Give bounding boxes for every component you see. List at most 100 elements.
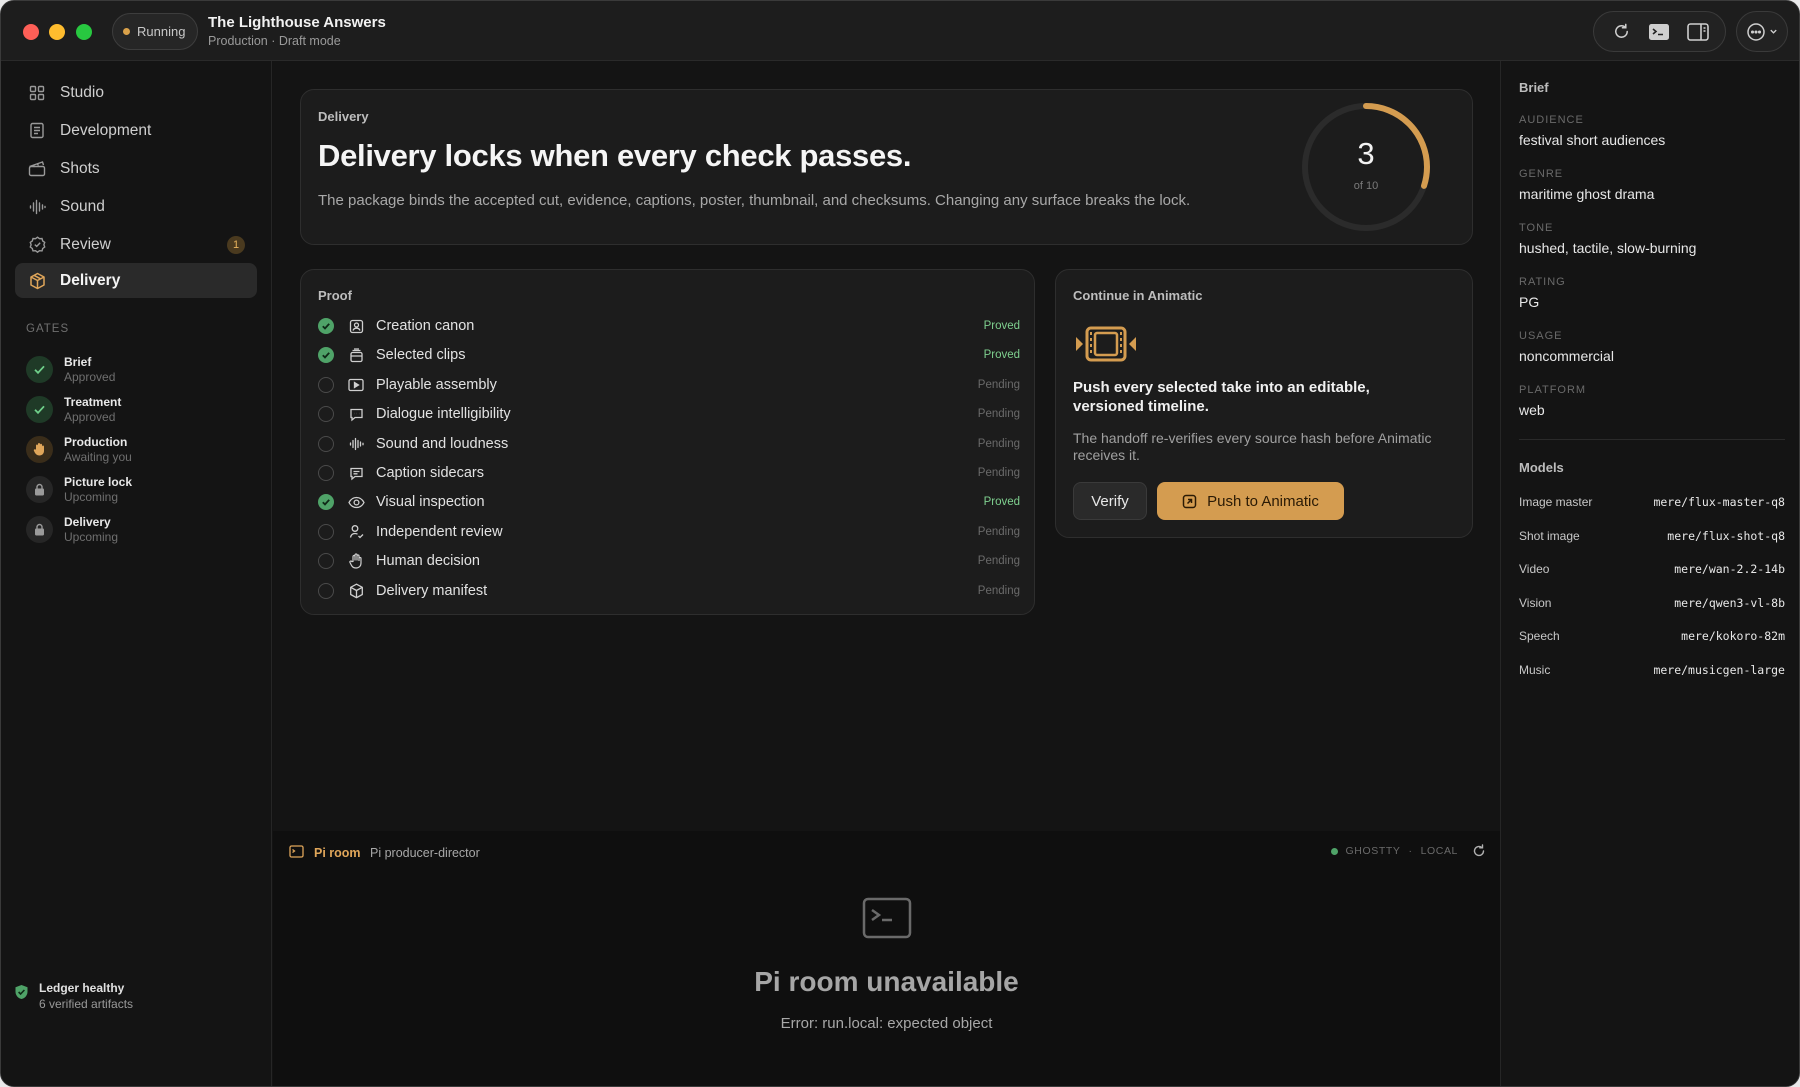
model-id: mere/flux-master-q8 — [1653, 495, 1785, 509]
toggle-panel-button[interactable] — [1680, 17, 1716, 47]
sidebar-item-label: Delivery — [60, 271, 121, 289]
pi-status-separator: · — [1408, 845, 1413, 857]
proof-row-label: Playable assembly — [376, 376, 497, 393]
proof-row-label: Selected clips — [376, 347, 466, 364]
check-circle-icon — [318, 318, 334, 334]
project-title: The Lighthouse Answers — [208, 14, 386, 31]
pi-room-name: Pi room — [314, 846, 361, 860]
empty-circle-icon — [318, 435, 334, 452]
proof-row[interactable]: Visual inspection Proved — [318, 489, 1020, 515]
gates-heading: GATES — [26, 323, 70, 335]
sidebar-item-review[interactable]: Review 1 — [15, 227, 257, 262]
shield-check-icon — [15, 985, 28, 999]
pi-room-empty-title: Pi room unavailable — [754, 966, 1019, 997]
progress-total: of 10 — [1353, 180, 1379, 192]
brief-field-value: web — [1519, 402, 1545, 418]
window-maximize-button[interactable] — [76, 24, 92, 40]
model-id: mere/kokoro-82m — [1681, 629, 1785, 644]
brief-panel: Brief AUDIENCE festival short audiences … — [1500, 61, 1799, 1086]
more-dots-icon — [1747, 22, 1765, 41]
brief-field-value: festival short audiences — [1519, 132, 1666, 148]
waveform-icon — [347, 435, 365, 453]
model-role: Video — [1519, 562, 1550, 577]
brief-field-tone: TONE hushed, tactile, slow-burning — [1519, 222, 1696, 256]
proof-row-status: Pending — [977, 525, 1020, 538]
run-status-pill[interactable]: Running — [112, 13, 199, 50]
gate-picture-lock[interactable]: Picture lock Upcoming — [26, 471, 132, 507]
animatic-heading: Continue in Animatic — [1073, 288, 1203, 303]
film-stack-icon — [347, 346, 365, 364]
empty-circle-icon — [318, 376, 334, 393]
push-to-animatic-button[interactable]: Push to Animatic — [1157, 482, 1344, 520]
sidebar-item-sound[interactable]: Sound — [15, 189, 257, 224]
proof-row[interactable]: Dialogue intelligibility Pending — [318, 401, 1020, 427]
proof-row-status: Pending — [977, 437, 1020, 450]
proof-row[interactable]: Creation canon Proved — [318, 313, 1020, 339]
hero-title: Delivery locks when every check passes. — [318, 138, 912, 173]
window-minimize-button[interactable] — [49, 24, 65, 40]
model-row: Music mere/musicgen-large — [1519, 663, 1785, 677]
gate-name: Production — [64, 434, 128, 449]
hand-icon — [26, 435, 53, 463]
sidebar-item-label: Shots — [60, 159, 100, 177]
proof-row-status: Proved — [983, 349, 1020, 362]
proof-row-label: Dialogue intelligibility — [376, 406, 511, 423]
proof-row[interactable]: Caption sidecars Pending — [318, 460, 1020, 486]
gate-brief[interactable]: Brief Approved — [26, 351, 115, 387]
verify-button[interactable]: Verify — [1073, 482, 1147, 520]
gate-state: Upcoming — [64, 489, 119, 504]
grid-icon — [28, 84, 46, 102]
proof-row[interactable]: Sound and loudness Pending — [318, 431, 1020, 457]
proof-row-label: Independent review — [376, 523, 503, 540]
model-role: Speech — [1519, 629, 1560, 644]
brief-heading: Brief — [1519, 80, 1549, 95]
reload-icon[interactable] — [1472, 844, 1486, 858]
proof-row[interactable]: Independent review Pending — [318, 519, 1020, 545]
model-row: Image master mere/flux-master-q8 — [1519, 495, 1785, 509]
status-online-dot-icon — [1330, 847, 1338, 855]
toolbar-actions — [1593, 11, 1726, 52]
window-close-button[interactable] — [23, 24, 39, 40]
gate-production[interactable]: Production Awaiting you — [26, 431, 132, 467]
model-row: Video mere/wan-2.2-14b — [1519, 562, 1785, 576]
terminal-empty-state-icon — [862, 897, 912, 939]
brief-field-key: AUDIENCE — [1519, 114, 1584, 126]
proof-row-status: Pending — [977, 408, 1020, 421]
model-role: Vision — [1519, 595, 1552, 610]
sidebar-item-studio[interactable]: Studio — [15, 75, 257, 110]
gate-state: Upcoming — [64, 529, 119, 544]
progress-ring: 3 of 10 — [1301, 102, 1431, 232]
review-count-badge: 1 — [227, 236, 245, 254]
model-id: mere/qwen3-vl-8b — [1674, 595, 1785, 610]
pi-status-terminal: GHOSTTY — [1345, 845, 1401, 857]
animatic-card: Continue in Animatic Push every selected… — [1055, 269, 1473, 538]
progress-count: 3 — [1357, 136, 1375, 171]
app-window: Running The Lighthouse Answers Productio… — [0, 0, 1800, 1087]
sidebar-item-development[interactable]: Development — [15, 113, 257, 148]
gate-treatment[interactable]: Treatment Approved — [26, 391, 121, 427]
brief-field-audience: AUDIENCE festival short audiences — [1519, 114, 1665, 148]
panel-divider — [1519, 439, 1785, 440]
sidebar-right-icon — [1687, 22, 1709, 41]
gate-delivery[interactable]: Delivery Upcoming — [26, 511, 118, 547]
sidebar-item-delivery[interactable]: Delivery — [15, 263, 257, 298]
badge-check-icon — [28, 236, 46, 254]
more-menu-button[interactable] — [1736, 11, 1788, 52]
eye-icon — [347, 493, 365, 511]
terminal-button[interactable] — [1641, 17, 1677, 47]
proof-row[interactable]: Selected clips Proved — [318, 342, 1020, 368]
gate-state: Approved — [64, 369, 116, 384]
refresh-button[interactable] — [1603, 17, 1639, 47]
hand-icon — [347, 552, 365, 570]
proof-row[interactable]: Playable assembly Pending — [318, 372, 1020, 398]
proof-row[interactable]: Delivery manifest Pending — [318, 578, 1020, 604]
sidebar-item-shots[interactable]: Shots — [15, 151, 257, 186]
hero-description: The package binds the accepted cut, evid… — [318, 192, 1191, 209]
proof-row[interactable]: Human decision Pending — [318, 548, 1020, 574]
terminal-icon — [1649, 23, 1670, 40]
models-heading: Models — [1519, 460, 1564, 475]
proof-row-status: Proved — [983, 496, 1020, 509]
document-icon — [28, 122, 46, 140]
push-button-label: Push to Animatic — [1207, 492, 1319, 510]
model-row: Vision mere/qwen3-vl-8b — [1519, 596, 1785, 610]
